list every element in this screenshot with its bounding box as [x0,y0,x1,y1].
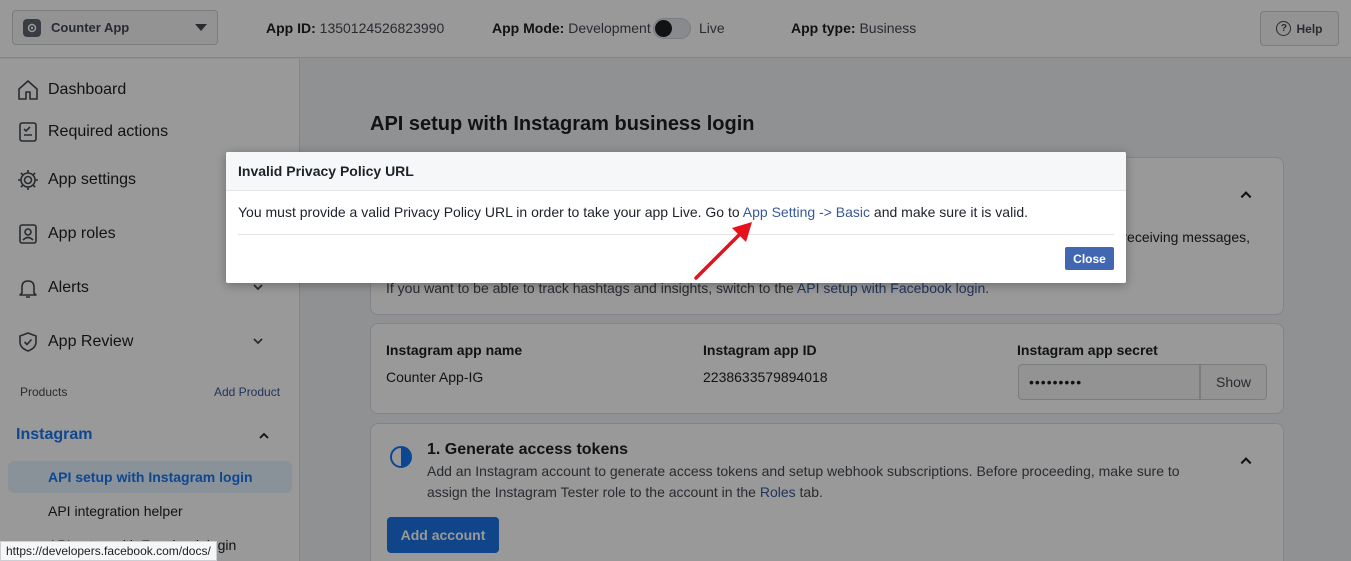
dialog-message-end: and make sure it is valid. [870,204,1028,220]
app-setting-basic-link[interactable]: App Setting -> Basic [743,204,870,220]
invalid-privacy-dialog: Invalid Privacy Policy URL You must prov… [226,152,1126,283]
dialog-message: You must provide a valid Privacy Policy … [238,204,1028,220]
status-url-tooltip: https://developers.facebook.com/docs/ [0,541,217,561]
dialog-divider [238,234,1114,235]
dialog-title: Invalid Privacy Policy URL [226,152,1126,191]
red-arrow-annotation [694,222,752,280]
dialog-message-text: You must provide a valid Privacy Policy … [238,204,743,220]
close-button[interactable]: Close [1065,247,1114,270]
